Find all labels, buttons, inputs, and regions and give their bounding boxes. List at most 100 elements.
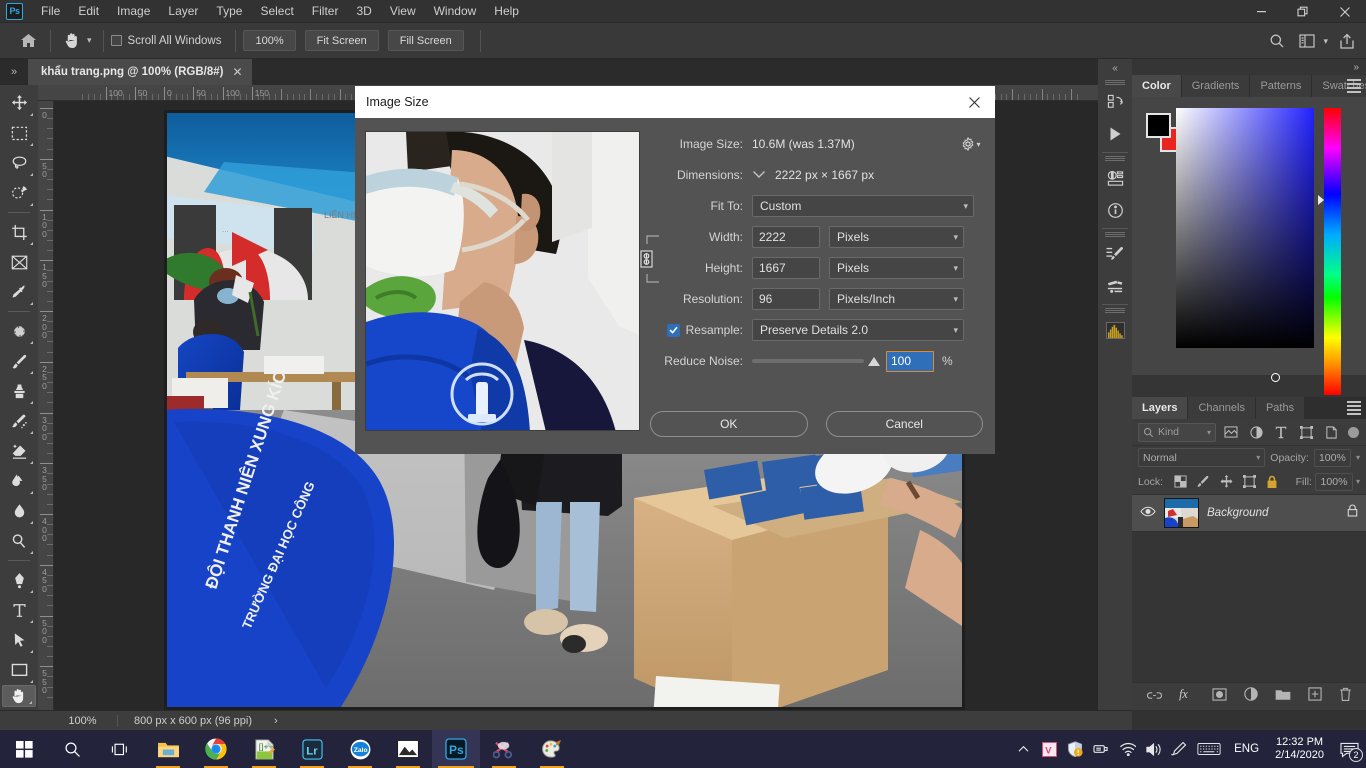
- layer-visibility-icon[interactable]: [1140, 504, 1156, 522]
- menu-image[interactable]: Image: [108, 1, 159, 21]
- layer-name[interactable]: Background: [1207, 507, 1339, 519]
- color-field-cursor[interactable]: [1271, 373, 1280, 382]
- layer-mask-icon[interactable]: [1212, 688, 1227, 706]
- tab-gradients[interactable]: Gradients: [1182, 75, 1251, 97]
- bluetooth-icon[interactable]: [1088, 730, 1114, 768]
- rail-grip-3[interactable]: [1105, 232, 1125, 237]
- type-filter-icon[interactable]: [1271, 423, 1291, 442]
- minimize-button[interactable]: [1240, 0, 1282, 23]
- eraser-tool[interactable]: [2, 436, 36, 466]
- resample-checkbox[interactable]: [667, 324, 680, 337]
- tab-color[interactable]: Color: [1132, 75, 1182, 97]
- opacity-chevron-down-icon[interactable]: ▾: [1356, 453, 1360, 462]
- tab-layers[interactable]: Layers: [1132, 397, 1188, 419]
- keyboard-icon[interactable]: [1192, 730, 1226, 768]
- adjustments-icon[interactable]: [1100, 163, 1130, 193]
- lock-artboard-icon[interactable]: [1239, 472, 1259, 491]
- workspace-icon[interactable]: [1292, 26, 1322, 56]
- histogram-icon[interactable]: [1100, 315, 1130, 345]
- share-icon[interactable]: [1332, 26, 1362, 56]
- brush-settings-icon[interactable]: [1100, 239, 1130, 269]
- type-tool[interactable]: [2, 595, 36, 625]
- chevron-down-icon[interactable]: ▾: [953, 325, 958, 336]
- fill-chevron-down-icon[interactable]: ▾: [1356, 477, 1360, 486]
- clone-stamp-tool[interactable]: [2, 376, 36, 406]
- menu-filter[interactable]: Filter: [303, 1, 348, 21]
- cancel-button[interactable]: Cancel: [826, 411, 984, 437]
- scroll-all-windows-checkbox[interactable]: Scroll All Windows: [111, 35, 222, 47]
- workspace-chevron-down-icon[interactable]: ▾: [1323, 36, 1328, 47]
- libraries-icon[interactable]: [1100, 87, 1130, 117]
- zoom-100-button[interactable]: 100%: [243, 30, 295, 51]
- ok-button[interactable]: OK: [650, 411, 808, 437]
- menu-select[interactable]: Select: [251, 1, 302, 21]
- taskbar-file-explorer-icon[interactable]: [144, 730, 192, 768]
- chevron-down-icon[interactable]: ▾: [953, 232, 958, 243]
- menu-file[interactable]: File: [32, 1, 69, 21]
- blend-mode-select[interactable]: Normal ▾: [1138, 448, 1265, 467]
- chevron-down-icon[interactable]: ▾: [953, 263, 958, 274]
- taskbar-search-icon[interactable]: [48, 730, 96, 768]
- panel-menu-icon[interactable]: [1347, 79, 1361, 93]
- menu-help[interactable]: Help: [485, 1, 528, 21]
- hand-tool[interactable]: [2, 685, 36, 707]
- collapse-panels-icon[interactable]: »: [0, 59, 28, 85]
- lasso-tool[interactable]: [2, 148, 36, 178]
- expand-panels-icon[interactable]: «: [1098, 59, 1132, 77]
- menu-layer[interactable]: Layer: [159, 1, 207, 21]
- gear-icon[interactable]: ▾: [961, 134, 981, 154]
- eyedropper-tool[interactable]: [2, 277, 36, 307]
- notification-center-icon[interactable]: 2: [1332, 730, 1366, 768]
- tray-clock[interactable]: 12:32 PM 2/14/2020: [1267, 736, 1332, 762]
- info-icon[interactable]: [1100, 195, 1130, 225]
- tray-overflow-icon[interactable]: [1010, 730, 1036, 768]
- shape-filter-icon[interactable]: [1296, 423, 1316, 442]
- tab-paths[interactable]: Paths: [1256, 397, 1305, 419]
- smart-object-filter-icon[interactable]: [1321, 423, 1341, 442]
- width-input[interactable]: 2222: [752, 226, 820, 248]
- home-icon[interactable]: [13, 28, 43, 54]
- slider-knob[interactable]: [868, 357, 880, 366]
- lock-position-icon[interactable]: [1216, 472, 1236, 491]
- constrain-proportions-chain-icon[interactable]: [634, 233, 660, 283]
- spot-healing-brush-tool[interactable]: [2, 316, 36, 346]
- taskbar-snipping-tool-icon[interactable]: [480, 730, 528, 768]
- chevron-down-icon[interactable]: ▾: [1207, 428, 1211, 437]
- color-panel-foreground-swatch[interactable]: [1146, 113, 1171, 138]
- delete-layer-icon[interactable]: [1339, 687, 1352, 707]
- tab-patterns[interactable]: Patterns: [1250, 75, 1312, 97]
- lock-transparent-icon[interactable]: [1170, 472, 1190, 491]
- status-zoom-level[interactable]: 100%: [48, 715, 118, 727]
- crop-tool[interactable]: [2, 217, 36, 247]
- lock-all-icon[interactable]: [1262, 472, 1282, 491]
- menu-window[interactable]: Window: [425, 1, 486, 21]
- link-layers-icon[interactable]: [1147, 688, 1162, 706]
- document-tab[interactable]: khẩu trang.png @ 100% (RGB/8#) ✕: [28, 59, 253, 85]
- volume-icon[interactable]: [1140, 730, 1166, 768]
- dodge-tool[interactable]: [2, 526, 36, 556]
- dialog-close-icon[interactable]: [953, 86, 995, 118]
- reduce-noise-input[interactable]: 100: [886, 351, 934, 372]
- taskbar-google-chrome-icon[interactable]: [192, 730, 240, 768]
- gear-chevron-down-icon[interactable]: ▾: [976, 140, 980, 149]
- menu-view[interactable]: View: [381, 1, 425, 21]
- opacity-value[interactable]: 100%: [1314, 449, 1351, 467]
- brush-tool[interactable]: [2, 346, 36, 376]
- gradient-tool[interactable]: [2, 466, 36, 496]
- filter-enable-toggle[interactable]: [1348, 427, 1359, 438]
- menu-3d[interactable]: 3D: [347, 1, 380, 21]
- vpn-icon[interactable]: V: [1036, 730, 1062, 768]
- status-document-info[interactable]: 800 px x 600 px (96 ppi): [118, 715, 252, 727]
- play-actions-icon[interactable]: [1100, 119, 1130, 149]
- tool-preset-chevron-down-icon[interactable]: ▾: [87, 35, 92, 46]
- brushes-icon[interactable]: [1100, 271, 1130, 301]
- taskbar-paint-icon[interactable]: [528, 730, 576, 768]
- hue-cursor[interactable]: [1318, 195, 1324, 205]
- menu-type[interactable]: Type: [207, 1, 251, 21]
- chevron-down-icon[interactable]: ▾: [953, 294, 958, 305]
- pixel-filter-icon[interactable]: [1221, 423, 1241, 442]
- fill-value[interactable]: 100%: [1315, 473, 1353, 491]
- security-warning-icon[interactable]: [1062, 730, 1088, 768]
- taskbar-notepadpp-icon[interactable]: []++: [240, 730, 288, 768]
- taskbar-lightroom-icon[interactable]: Lr: [288, 730, 336, 768]
